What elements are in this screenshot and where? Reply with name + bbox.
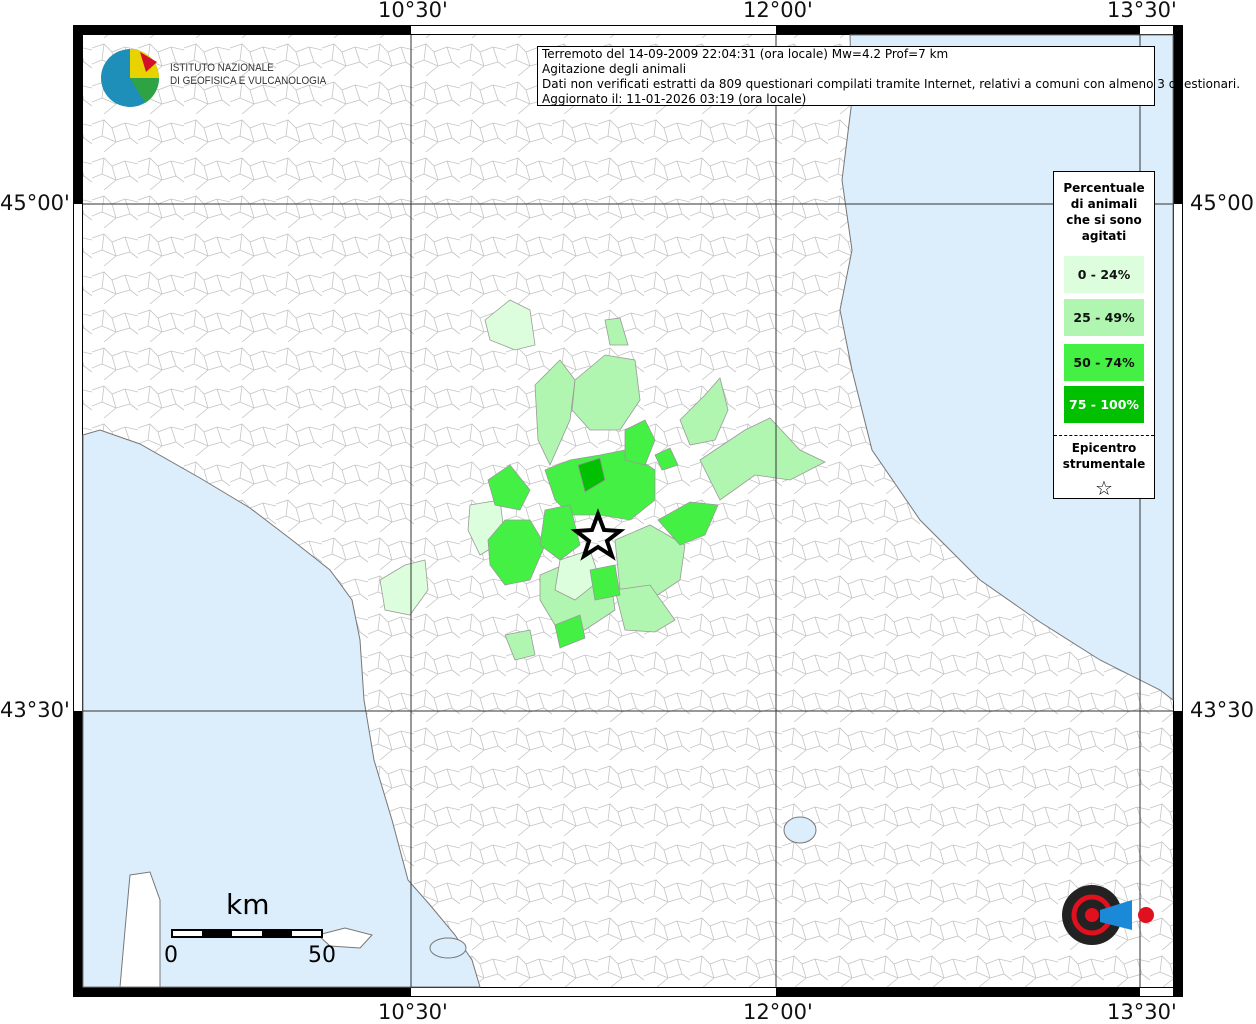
lat-label-right: 43°30': [1190, 698, 1256, 722]
legend-title-line: che si sono: [1066, 213, 1142, 227]
legend-class-3: 75 - 100%: [1064, 386, 1144, 423]
ingv-logo: [101, 49, 160, 107]
intensity-map: [73, 25, 1183, 997]
lon-label-top: 12°00': [743, 0, 813, 22]
event-title: Terremoto del 14-09-2009 22:04:31 (ora l…: [542, 47, 949, 61]
lat-label-right: 45°00': [1190, 191, 1256, 215]
lon-label-top: 10°30': [378, 0, 448, 22]
legend-divider: [1054, 435, 1154, 436]
updated-time: Aggiornato il: 11-01-2026 03:19 (ora loc…: [542, 92, 807, 106]
legend-title-line: agitati: [1081, 229, 1127, 243]
ingv-name-line: DI GEOFISICA E VULCANOLOGIA: [170, 75, 327, 87]
legend-title-line: di animali: [1070, 197, 1138, 211]
legend-epicenter-line: strumentale: [1062, 457, 1146, 471]
scale-max-label: 50: [308, 943, 336, 968]
lon-label-bottom: 10°30': [378, 1000, 448, 1024]
lat-label-left: 45°00': [0, 191, 70, 215]
lake-bolsena: [429, 937, 467, 959]
lat-label-left: 43°30': [0, 698, 70, 722]
scale-unit: km: [226, 888, 270, 921]
legend-epicenter-label: Epicentro strumentale: [1054, 440, 1154, 472]
lake-trasimeno: [783, 816, 817, 844]
legend-class-0: 0 - 24%: [1064, 256, 1144, 293]
ingv-logo-text: ISTITUTO NAZIONALE DI GEOFISICA E VULCAN…: [170, 62, 326, 88]
data-note: Dati non verificati estratti da 809 ques…: [542, 77, 1241, 91]
lon-label-top: 13°30': [1107, 0, 1177, 22]
legend-class-1: 25 - 49%: [1064, 299, 1144, 336]
legend-title: Percentuale di animali che si sono agita…: [1054, 180, 1154, 244]
event-info-box: Terremoto del 14-09-2009 22:04:31 (ora l…: [537, 46, 1241, 106]
star-icon: ☆: [1095, 476, 1113, 500]
legend-epicenter-line: Epicentro: [1071, 441, 1137, 455]
lon-label-bottom: 13°30': [1107, 1000, 1177, 1024]
legend-title-line: Percentuale: [1063, 181, 1145, 195]
legend: Percentuale di animali che si sono agita…: [1053, 171, 1155, 500]
ingv-name-line: ISTITUTO NAZIONALE: [170, 62, 274, 74]
lon-label-bottom: 12°00': [743, 1000, 813, 1024]
felt-zone-class-2: [589, 564, 621, 601]
scale-min-label: 0: [164, 943, 178, 968]
scale-bar: [171, 929, 323, 938]
legend-class-2: 50 - 74%: [1064, 344, 1144, 381]
map-subject: Agitazione degli animali: [542, 62, 687, 76]
